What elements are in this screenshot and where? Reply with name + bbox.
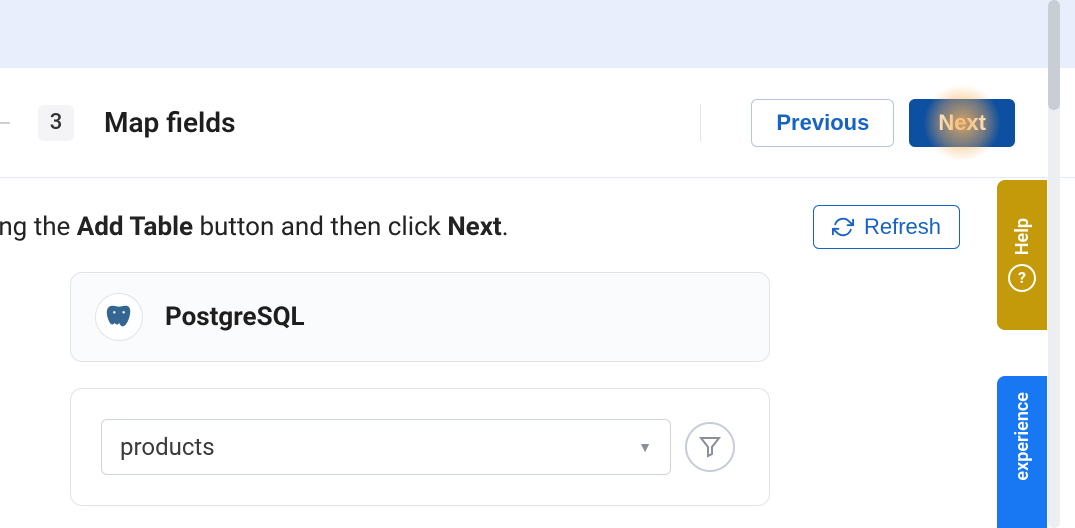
filter-button[interactable] [685, 422, 735, 472]
refresh-button[interactable]: Refresh [813, 205, 960, 249]
filter-icon [698, 434, 722, 461]
step-number-badge: 3 [38, 105, 74, 141]
top-banner [0, 0, 1075, 68]
step-divider [700, 104, 701, 141]
experience-tab-label: experience [1012, 392, 1033, 481]
refresh-icon [832, 216, 854, 238]
scrollbar-thumb[interactable] [1048, 0, 1060, 110]
postgresql-icon [95, 293, 143, 341]
caret-down-icon: ▼ [638, 439, 652, 456]
refresh-label: Refresh [864, 214, 941, 240]
table-select-value: products [120, 433, 215, 461]
table-select[interactable]: products ▼ [101, 419, 671, 475]
experience-tab[interactable]: experience [997, 376, 1047, 528]
source-name: PostgreSQL [165, 302, 305, 332]
help-tab-label: Help [1012, 218, 1033, 255]
previous-button[interactable]: Previous [751, 99, 894, 147]
help-tab[interactable]: Help ? [997, 180, 1047, 330]
help-icon: ? [1008, 264, 1036, 292]
vertical-scrollbar[interactable] [1048, 0, 1060, 528]
content-area: ing the Add Table button and then click … [0, 178, 1075, 506]
source-card: PostgreSQL [70, 272, 770, 362]
step-connector [0, 122, 10, 124]
table-config-card: products ▼ [70, 388, 770, 506]
wizard-step-bar: 3 Map fields Previous Next [0, 68, 1075, 178]
step-title: Map fields [104, 106, 235, 139]
